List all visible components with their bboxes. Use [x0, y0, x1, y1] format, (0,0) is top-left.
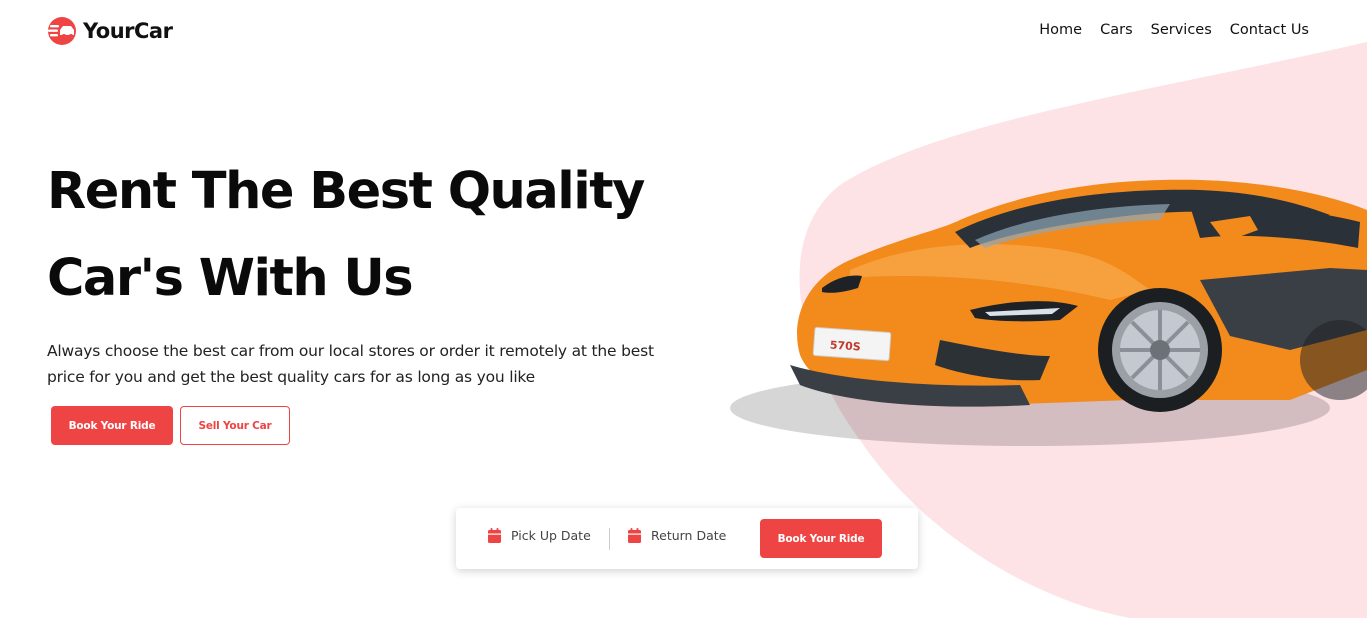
nav-cars[interactable]: Cars — [1100, 20, 1133, 40]
hero-car-image: 570S — [730, 179, 1367, 446]
pickup-date-field[interactable]: Pick Up Date — [488, 528, 591, 543]
brand-logo[interactable]: YourCar — [47, 16, 173, 46]
hero-title-line-2: Car's With Us — [47, 249, 414, 308]
car-logo-icon — [48, 17, 76, 45]
book-your-ride-button[interactable]: Book Your Ride — [51, 406, 173, 445]
hero-title: Rent The Best Quality Car's With Us — [47, 148, 687, 322]
booking-form: Pick Up Date Return Date Book Your Ride — [456, 508, 918, 569]
nav-home[interactable]: Home — [1039, 20, 1082, 40]
main-nav: Home Cars Services Contact Us — [1039, 20, 1309, 40]
return-date-field[interactable]: Return Date — [628, 528, 726, 543]
hero-description: Always choose the best car from our loca… — [47, 342, 654, 386]
sell-your-car-button[interactable]: Sell Your Car — [180, 406, 290, 445]
car-license-plate: 570S — [829, 338, 861, 353]
field-divider — [609, 528, 610, 550]
calendar-icon — [628, 528, 641, 543]
booking-submit-button[interactable]: Book Your Ride — [760, 519, 882, 558]
calendar-icon — [488, 528, 501, 543]
brand-name: YourCar — [83, 19, 173, 43]
return-date-label: Return Date — [651, 528, 727, 543]
nav-contact-us[interactable]: Contact Us — [1230, 20, 1309, 40]
nav-services[interactable]: Services — [1151, 20, 1212, 40]
pickup-date-label: Pick Up Date — [511, 528, 591, 543]
hero-title-line-1: Rent The Best Quality — [47, 162, 645, 221]
